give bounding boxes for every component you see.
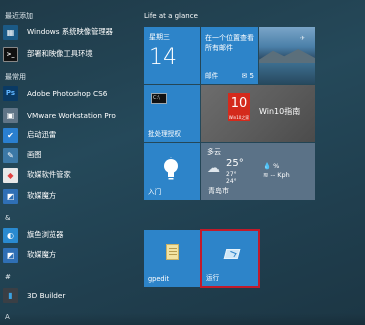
document-icon <box>166 244 179 260</box>
app-label: VMware Workstation Pro <box>27 110 116 120</box>
weather-temp: 25° <box>226 158 244 169</box>
bird-icon: ✈ <box>299 35 305 42</box>
app-item-paint[interactable]: ✎ 画图 <box>3 146 131 164</box>
weather-wind: -- Kph <box>270 171 290 179</box>
app-label: 启动迅雷 <box>27 130 57 139</box>
bottom-shadow <box>0 313 365 325</box>
tile-label: 批处理授权 <box>148 130 181 138</box>
weather-condition: 多云 <box>207 148 221 156</box>
run-tile[interactable]: 运行 <box>200 229 260 288</box>
rubik-cube-icon: ◩ <box>3 188 18 204</box>
lightbulb-icon <box>164 157 178 180</box>
weather-city: 青岛市 <box>208 187 229 195</box>
tile-label: 入门 <box>148 188 162 196</box>
start-menu: 最近添加 ▦ Windows 系统映像管理器 >_ 部署和映像工具环境 最常用 … <box>0 0 365 325</box>
mail-tile[interactable]: 在一个位置查看所有邮件 邮件 ✉ 5 <box>201 27 258 84</box>
app-item-photoshop[interactable]: Ps Adobe Photoshop CS6 <box>3 84 131 102</box>
app-item-software-manager[interactable]: ◆ 软媒软件管家 <box>3 166 131 184</box>
photos-tile[interactable]: ✈ <box>259 27 315 84</box>
paint-icon: ✎ <box>3 147 18 163</box>
logo-number: 10 <box>230 96 248 111</box>
software-manager-icon: ◆ <box>3 167 18 183</box>
calendar-weekday: 星期三 <box>149 33 170 41</box>
weather-low: 24° <box>226 178 237 185</box>
weather-high: 27° <box>226 171 237 178</box>
weather-details: 💧 % ≋ -- Kph <box>263 162 290 180</box>
vmware-icon: ▣ <box>3 107 18 123</box>
app-item-vmware[interactable]: ▣ VMware Workstation Pro <box>3 106 131 124</box>
tile-group-title[interactable]: Life at a glance <box>144 12 198 20</box>
app-label: 软媒魔方 <box>27 191 57 200</box>
swordfish-browser-icon: ◐ <box>3 227 18 243</box>
tile-title: Win10指南 <box>259 107 301 116</box>
app-label: 3D Builder <box>27 290 66 300</box>
app-label: 旗鱼浏览器 <box>27 230 64 239</box>
cloud-icon: ☁ <box>207 161 220 176</box>
batch-auth-tile[interactable]: C:\ 批处理授权 <box>144 85 200 142</box>
app-label: 部署和映像工具环境 <box>27 49 93 58</box>
app-label: Windows 系统映像管理器 <box>27 27 113 36</box>
weather-humidity: % <box>273 162 280 170</box>
mail-count-badge: ✉ 5 <box>241 72 254 80</box>
win10-logo-icon: 10 Win10之家 <box>228 93 250 121</box>
app-label: Adobe Photoshop CS6 <box>27 88 108 98</box>
humidity-icon: 💧 <box>263 162 272 170</box>
tile-label: gpedit <box>148 275 170 283</box>
app-item-system-image-manager[interactable]: ▦ Windows 系统映像管理器 <box>3 23 131 41</box>
calendar-date: 14 <box>149 45 177 70</box>
app-item-rubik-cube[interactable]: ◩ 软媒魔方 <box>3 187 131 205</box>
app-item-deployment-tools[interactable]: >_ 部署和映像工具环境 <box>3 45 131 63</box>
mail-label: 邮件 <box>205 72 219 80</box>
photoshop-icon: Ps <box>3 85 18 101</box>
weather-range: 27° 24° <box>226 171 237 185</box>
run-icon <box>223 249 241 259</box>
photo-water <box>259 63 315 84</box>
mail-message: 在一个位置查看所有邮件 <box>205 34 254 52</box>
3d-builder-icon: ▮ <box>3 287 18 303</box>
app-item-swordfish-browser[interactable]: ◐ 旗鱼浏览器 <box>3 226 131 244</box>
command-prompt-icon: >_ <box>3 46 18 62</box>
app-list: 最近添加 ▦ Windows 系统映像管理器 >_ 部署和映像工具环境 最常用 … <box>0 0 132 325</box>
rubik-cube-icon: ◩ <box>3 247 18 263</box>
tile-label: 运行 <box>206 274 220 282</box>
weather-tile[interactable]: 多云 ☁ 25° 27° 24° 💧 % ≋ -- Kph 青岛市 <box>201 143 315 200</box>
system-image-manager-icon: ▦ <box>3 24 18 40</box>
app-label: 软媒魔方 <box>27 250 57 259</box>
section-header-amp[interactable]: & <box>5 214 10 222</box>
get-started-tile[interactable]: 入门 <box>144 143 200 200</box>
mail-count: 5 <box>249 72 254 80</box>
win10-guide-tile[interactable]: 10 Win10之家 Win10指南 <box>201 85 315 142</box>
section-header-recent[interactable]: 最近添加 <box>5 11 33 21</box>
section-header-most-used[interactable]: 最常用 <box>5 72 26 82</box>
app-item-xunlei[interactable]: ✔ 启动迅雷 <box>3 126 131 144</box>
calendar-tile[interactable]: 星期三 14 <box>144 27 200 84</box>
logo-sub: Win10之家 <box>228 115 250 120</box>
app-label: 画图 <box>27 150 42 159</box>
app-item-rubik-cube-2[interactable]: ◩ 软媒魔方 <box>3 246 131 264</box>
wind-icon: ≋ <box>263 171 269 179</box>
xunlei-icon: ✔ <box>3 127 18 143</box>
app-item-3d-builder[interactable]: ▮ 3D Builder <box>3 286 131 304</box>
section-header-hash[interactable]: # <box>5 273 11 281</box>
app-label: 软媒软件管家 <box>27 170 71 179</box>
command-prompt-icon: C:\ <box>151 93 167 104</box>
gpedit-tile[interactable]: gpedit <box>144 230 200 287</box>
